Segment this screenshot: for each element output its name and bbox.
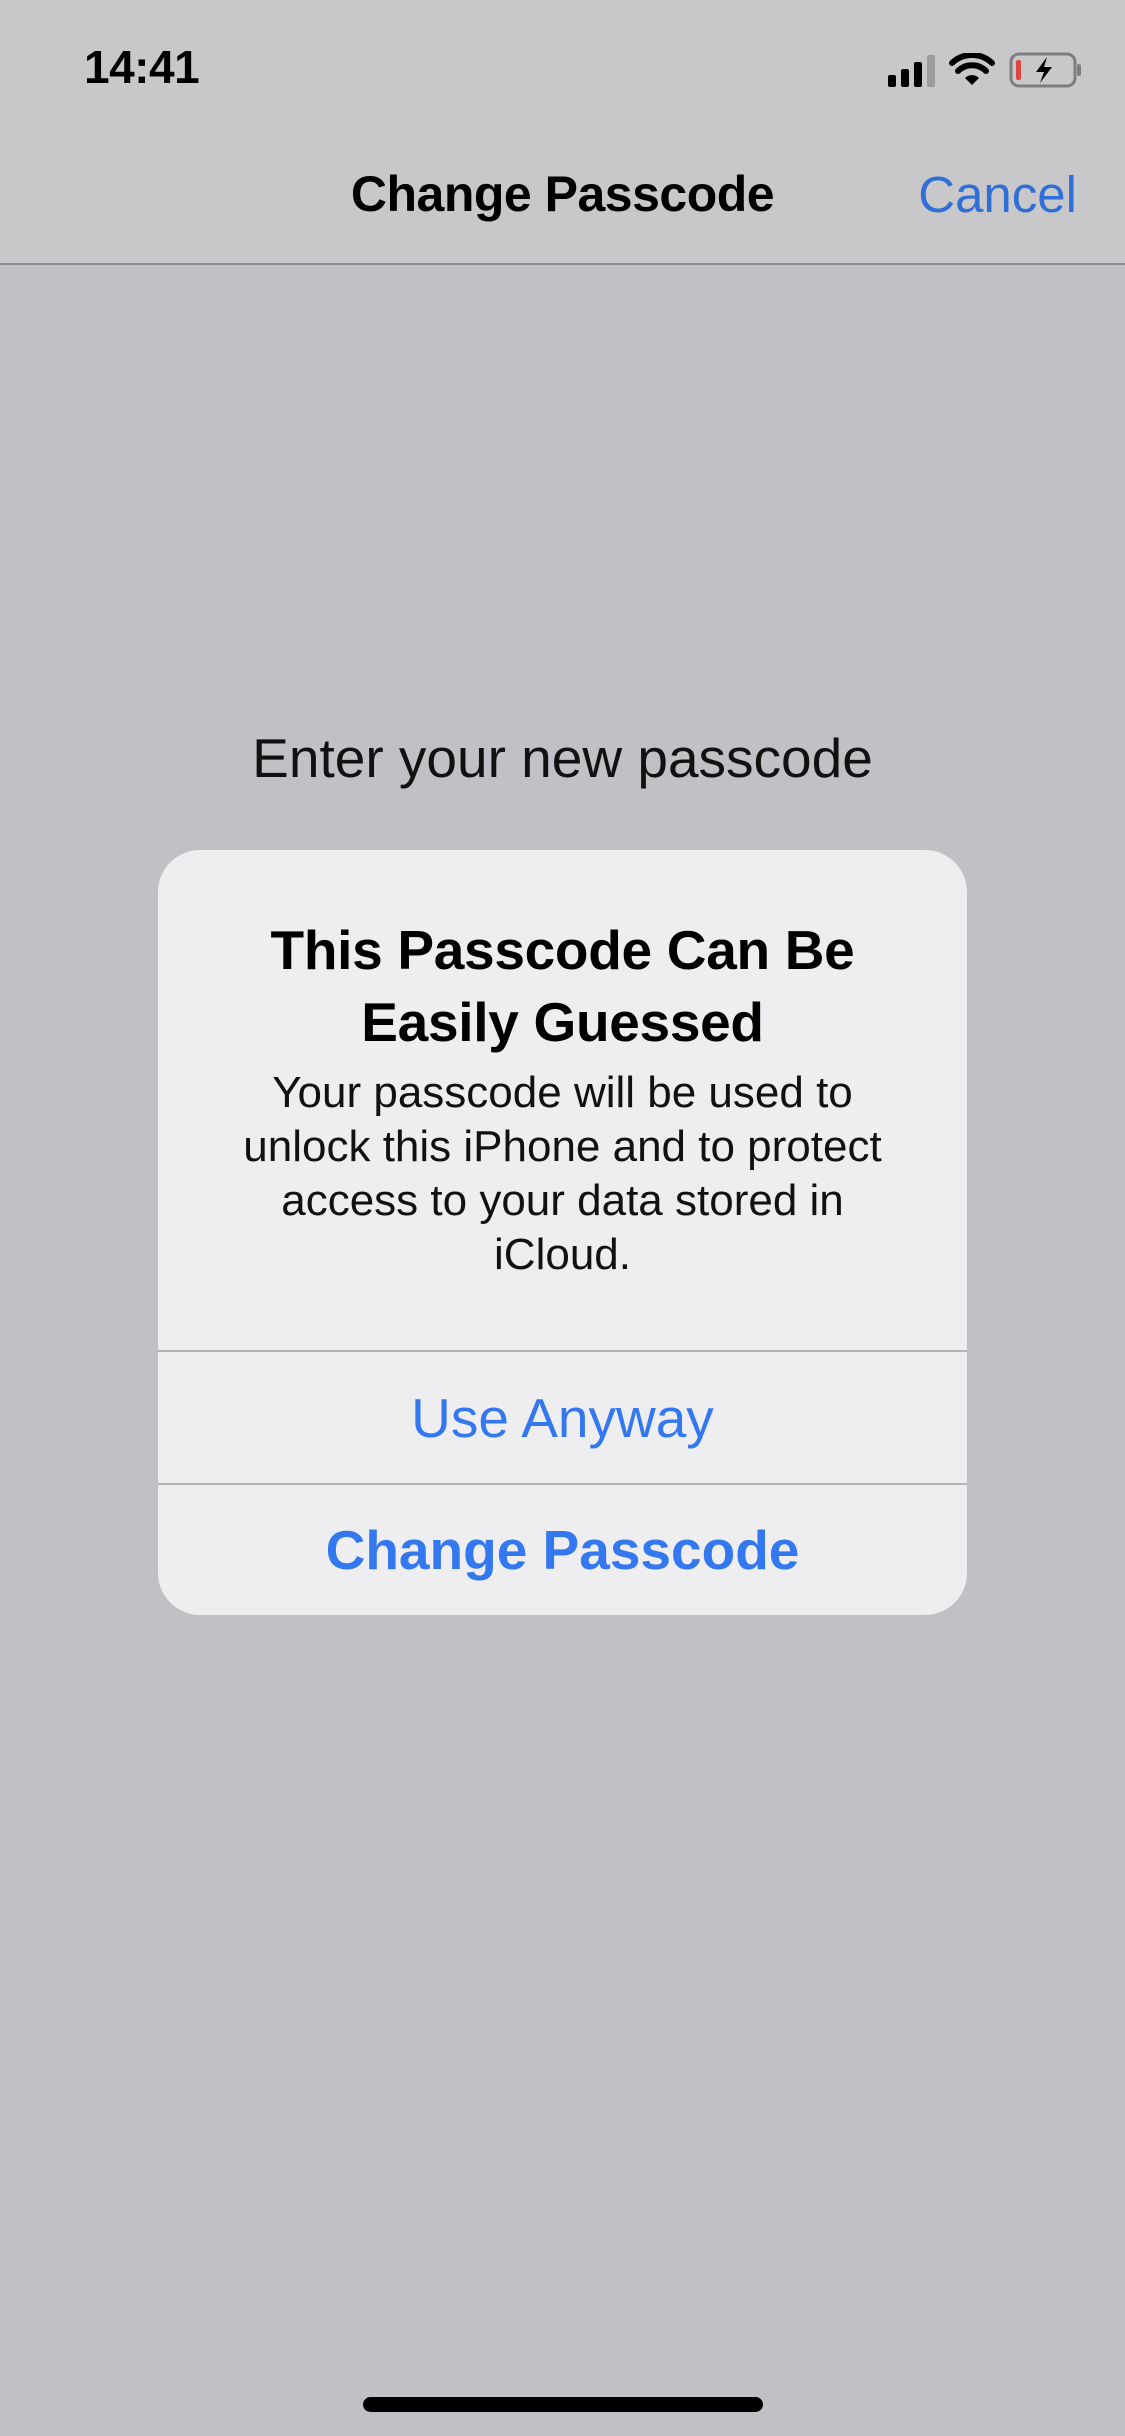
cancel-button[interactable]: Cancel [918,165,1077,224]
status-time: 14:41 [84,41,200,93]
change-passcode-button[interactable]: Change Passcode [158,1483,967,1615]
passcode-prompt: Enter your new passcode [252,727,873,789]
use-anyway-button[interactable]: Use Anyway [158,1350,967,1483]
battery-charging-icon [1009,52,1083,88]
alert-content: This Passcode Can Be Easily Guessed Your… [158,850,967,1350]
navigation-bar: 14:41 Change Passcode Cancel [0,0,1125,265]
signal-bar [888,75,896,87]
alert-title: This Passcode Can Be Easily Guessed [270,919,855,1053]
signal-bar [901,69,909,87]
alert-message: Your passcode will be used to unlock thi… [243,1068,882,1279]
weak-passcode-alert: This Passcode Can Be Easily Guessed Your… [158,850,967,1615]
cellular-signal-icon [888,53,935,87]
status-icons [888,50,1083,90]
home-indicator[interactable] [363,2397,763,2412]
screen: 14:41 Change Passcode Cancel Enter your … [0,0,1125,2436]
signal-bar [927,55,935,87]
wifi-icon [949,53,995,87]
signal-bar [914,62,922,87]
